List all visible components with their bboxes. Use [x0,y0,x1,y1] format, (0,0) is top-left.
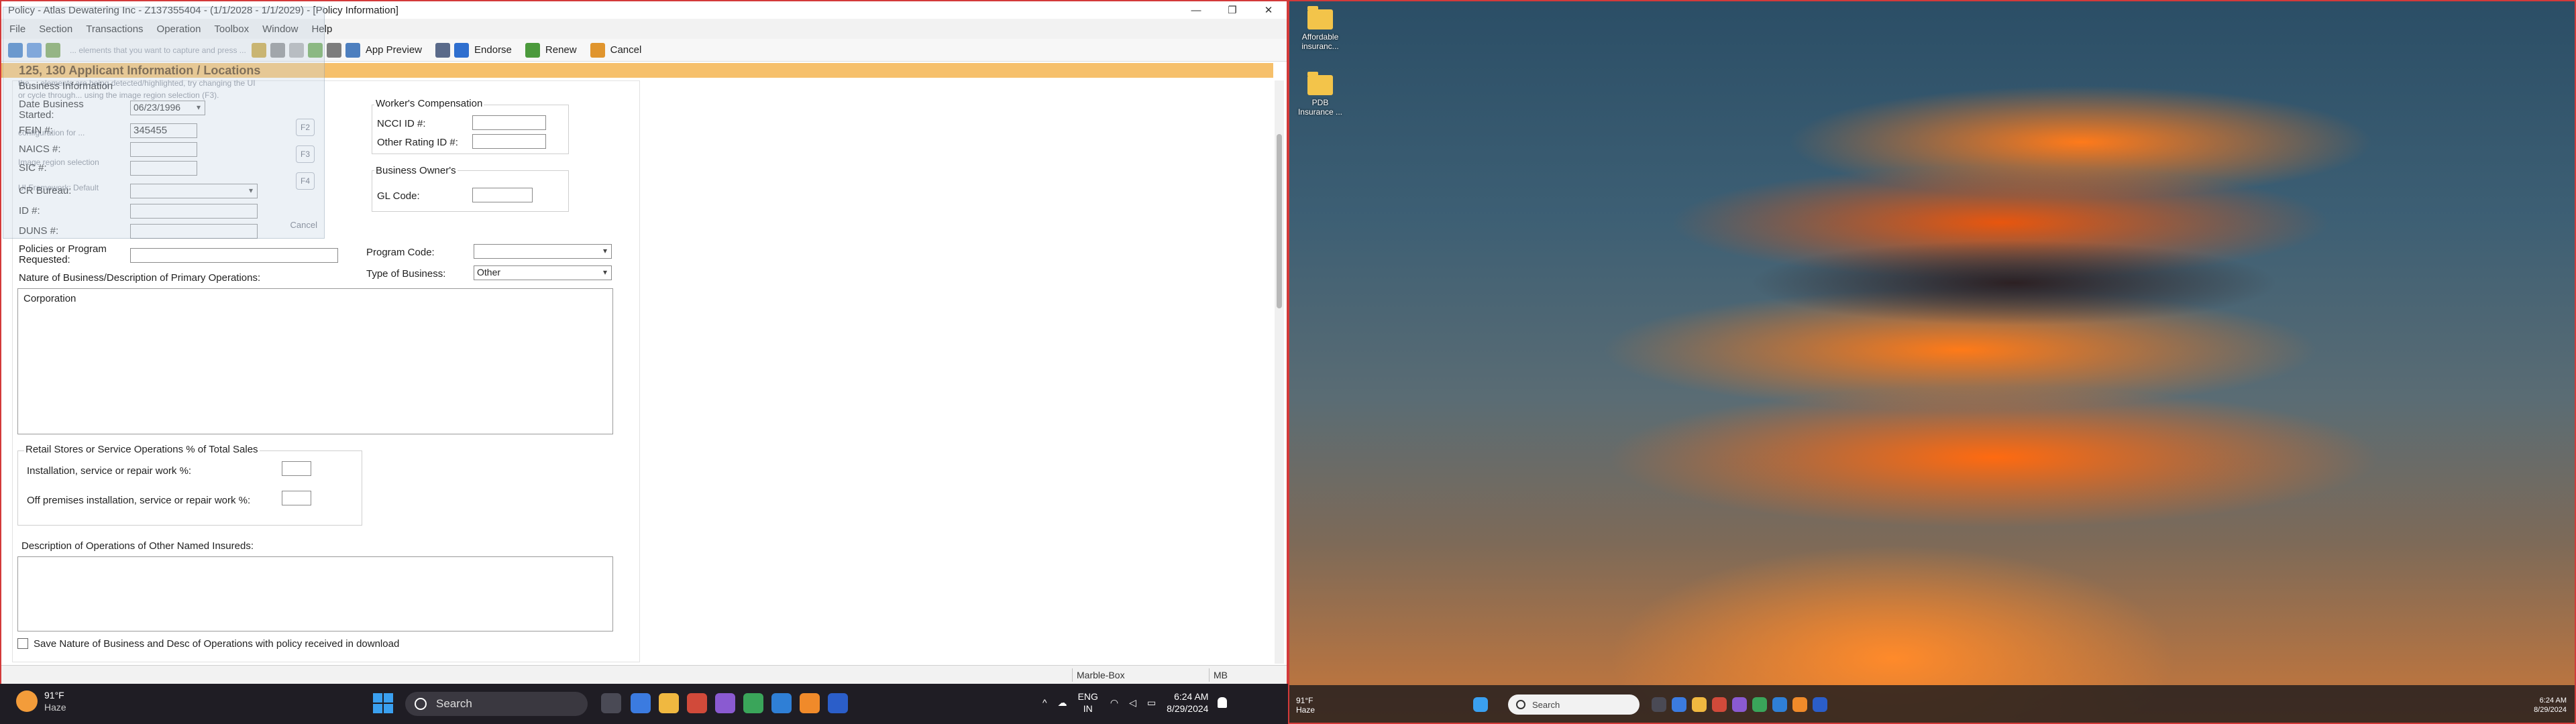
f2-key[interactable]: F2 [296,119,315,136]
endorse-label: Endorse [474,44,512,56]
weather-temp: 91°F [44,690,64,701]
search-icon [415,698,427,710]
taskbar-search[interactable]: Search [1508,695,1640,715]
desktop-icon-label: PDB Insurance ... [1297,98,1343,117]
weather-desc: Haze [1296,705,1316,715]
renew-icon [525,42,540,58]
policy-window: Policy - Atlas Dewatering Inc - Z1373554… [0,0,1288,684]
app-icon-1[interactable] [687,693,707,713]
cancel-policy-button[interactable]: Cancel [590,42,642,58]
right-monitor-desktop: Affordable insuranc... PDB Insurance ...… [1288,0,2576,724]
clock[interactable]: 6:24 AM 8/29/2024 [2534,696,2567,715]
app-icon-1[interactable] [1712,697,1727,712]
app-icon-4[interactable] [800,693,820,713]
cancel-policy-label: Cancel [610,44,642,56]
overlay-line-1: the ... elements are being detected/high… [18,78,256,88]
clock-date: 8/29/2024 [1167,703,1209,714]
secondary-taskbar: 91°F Haze Search 6:24 AM 8/29/2024 [1289,685,2575,723]
clock-time: 6:24 AM [2539,697,2567,705]
file-explorer-icon[interactable] [659,693,679,713]
desktop-icon-label: Affordable insuranc... [1301,32,1339,51]
volume-icon[interactable]: ◁ [1129,697,1136,709]
status-bar: Marble-Box MB [1,665,1287,684]
file-explorer-icon[interactable] [1692,697,1707,712]
taskbar: 91°F Haze Search ^ ☁ ENG IN ◠ ◁ ▭ 6:24 A… [0,684,1288,724]
app-icon-4[interactable] [1792,697,1807,712]
weather-temp: 91°F [1296,696,1313,705]
endorse-icon [454,42,470,58]
scrollbar-thumb[interactable] [1277,134,1282,308]
f3-key[interactable]: F3 [296,145,315,163]
renew-button[interactable]: Renew [525,42,577,58]
notification-bell-icon[interactable] [1218,697,1228,708]
search-icon [1516,700,1525,709]
clock[interactable]: 6:24 AM 8/29/2024 [1167,690,1208,715]
app-icon-3[interactable] [1772,697,1787,712]
f4-key[interactable]: F4 [296,172,315,190]
weather-widget[interactable]: 91°F Haze [1296,696,1315,715]
app-preview-button[interactable]: App Preview [345,42,423,58]
battery-icon[interactable]: ▭ [1147,697,1156,709]
weather-desc: Haze [44,702,66,713]
cloud-icon[interactable]: ☁ [1058,697,1067,709]
start-icon[interactable] [1473,697,1488,712]
weather-icon [16,690,38,712]
word-icon[interactable] [1813,697,1827,712]
search-placeholder: Search [436,697,472,710]
chrome-icon[interactable] [743,693,763,713]
chevron-up-icon[interactable]: ^ [1042,697,1047,708]
word-icon[interactable] [828,693,848,713]
app-preview-label: App Preview [365,44,423,56]
start-icon[interactable] [373,693,393,713]
close-button[interactable]: ✕ [1250,1,1287,19]
system-tray: ^ ☁ ENG IN ◠ ◁ ▭ 6:24 AM 8/29/2024 [1042,690,1228,715]
chrome-icon[interactable] [1752,697,1767,712]
magnifier-icon [345,42,360,58]
status-cell-1: Marble-Box [1072,668,1206,682]
lang-1: ENG [1077,691,1098,702]
overlay-line-4: Image region selection [18,158,99,167]
clock-date: 8/29/2024 [2534,706,2567,714]
cancel-icon [590,42,605,58]
overlay-line-5: UI Framework: Default [18,183,99,192]
copilot-icon[interactable] [1672,697,1686,712]
left-monitor: Policy - Atlas Dewatering Inc - Z1373554… [0,0,1288,724]
clipboard-icon[interactable] [326,42,341,58]
desktop-icon-pdb[interactable]: PDB Insurance ... [1295,72,1346,117]
binoculars-icon[interactable] [435,42,451,58]
task-view-icon[interactable] [601,693,621,713]
overlay-line-3: configuration for ... [18,128,85,137]
capture-overlay-panel[interactable]: the ... elements are being detected/high… [3,7,325,239]
minimize-button[interactable]: — [1178,1,1214,19]
renew-label: Renew [545,44,577,56]
status-cell-2: MB [1209,668,1249,682]
weather-widget[interactable]: 91°F Haze [16,689,66,713]
wifi-icon[interactable]: ◠ [1110,697,1118,709]
folder-icon [1307,6,1333,29]
taskbar-search[interactable]: Search [405,692,588,716]
window-controls: — ❐ ✕ [1178,1,1287,19]
language-indicator[interactable]: ENG IN [1078,690,1098,715]
clock-time: 6:24 AM [1174,691,1209,702]
endorse-button[interactable]: Endorse [454,42,512,58]
lang-2: IN [1083,703,1093,714]
search-placeholder: Search [1532,699,1560,710]
vertical-scrollbar[interactable] [1275,80,1284,664]
task-view-icon[interactable] [1652,697,1666,712]
desktop-icon-affordable[interactable]: Affordable insuranc... [1295,6,1346,51]
folder-icon [1307,72,1333,95]
overlay-line-2: or cycle through... using the image regi… [18,90,219,100]
app-icon-2[interactable] [715,693,735,713]
app-icon-3[interactable] [771,693,792,713]
overlay-cancel-button[interactable]: Cancel [290,220,317,230]
copilot-icon[interactable] [631,693,651,713]
app-icon-2[interactable] [1732,697,1747,712]
maximize-button[interactable]: ❐ [1214,1,1250,19]
